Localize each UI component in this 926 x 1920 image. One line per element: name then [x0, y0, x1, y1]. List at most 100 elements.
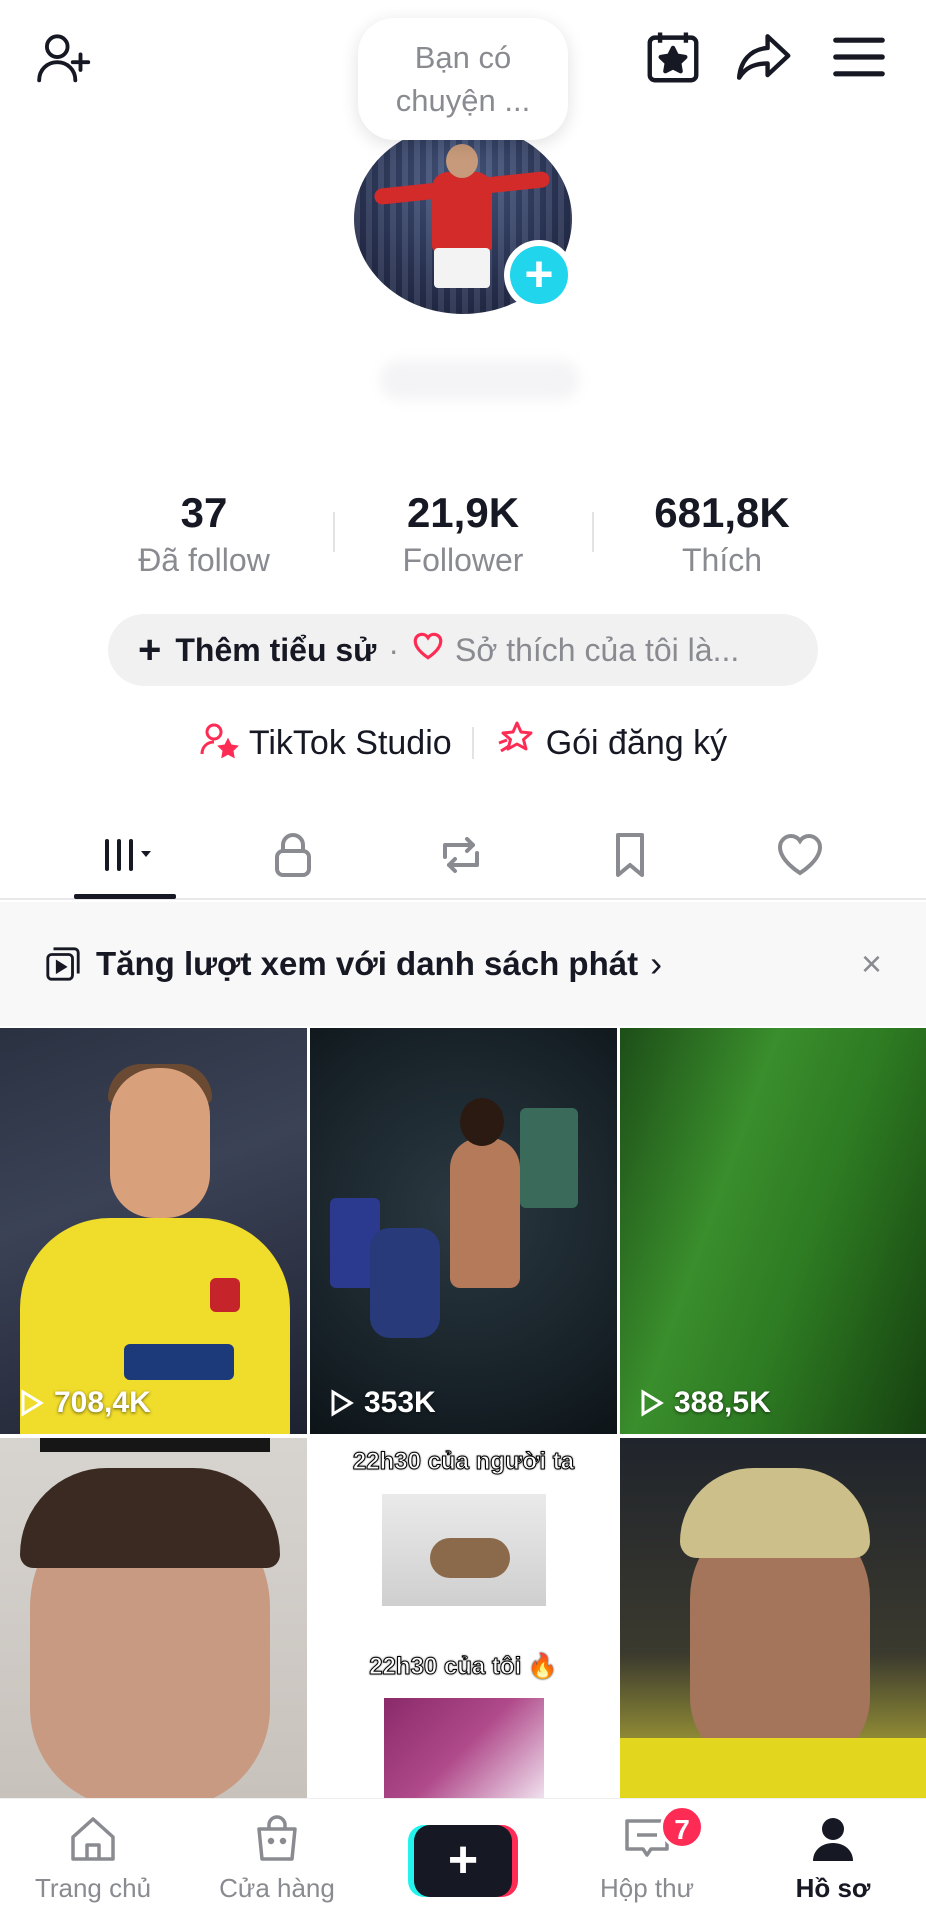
shopping-bag-icon	[257, 1815, 297, 1861]
stat-label: Đã follow	[138, 542, 270, 578]
stat-value: 681,8K	[654, 489, 790, 536]
create-button[interactable]: +	[408, 1825, 518, 1897]
play-icon	[641, 1389, 664, 1417]
video-thumbnail[interactable]: 22h30 của người ta 22h30 của tôi 🔥	[310, 1438, 617, 1798]
active-tab-indicator	[74, 894, 176, 899]
thumb-figure	[520, 1108, 578, 1208]
tab-videos[interactable]	[40, 810, 210, 900]
stats-row: 37 Đã follow 21,9K Follower 681,8K Thích	[0, 490, 926, 580]
menu-icon[interactable]	[824, 22, 894, 92]
separator-dot: ·	[388, 631, 399, 668]
note-bubble[interactable]: Bạn có chuyện ...	[358, 18, 568, 140]
video-thumbnail[interactable]	[620, 1438, 926, 1798]
hobby-placeholder: Sở thích của tôi là...	[455, 631, 740, 668]
meme-caption: 22h30 của người ta	[352, 1448, 575, 1476]
plus-icon: +	[414, 1825, 512, 1897]
thumb-figure	[620, 1738, 926, 1798]
thumb-figure	[450, 1138, 520, 1288]
star-ribbon-icon	[494, 719, 536, 768]
thumb-figure	[460, 1098, 504, 1146]
plus-icon: +	[138, 627, 162, 672]
stats-divider	[592, 512, 594, 552]
thumb-figure	[110, 1068, 210, 1218]
tiktok-studio-link[interactable]: TikTok Studio	[199, 719, 452, 768]
avatar-figure-head	[446, 144, 478, 178]
heart-icon	[411, 629, 445, 672]
content-tabs	[0, 810, 926, 900]
playlist-icon	[46, 947, 80, 981]
thumb-figure	[124, 1344, 234, 1380]
stat-following[interactable]: 37 Đã follow	[74, 490, 334, 582]
add-bio-button[interactable]: + Thêm tiểu sử · Sở thích của tôi là...	[108, 614, 818, 686]
tab-favorites[interactable]	[545, 810, 715, 900]
view-count: 708,4K	[16, 1386, 151, 1420]
banner-text: Tăng lượt xem với danh sách phát	[96, 945, 639, 982]
bottom-navigation: Trang chủ Cửa hàng + Hộp thư 7 Hồ sơ	[0, 1798, 926, 1920]
thumb-figure	[384, 1698, 544, 1798]
note-bubble-text: Bạn có chuyện ...	[395, 40, 531, 118]
video-thumbnail[interactable]: 388,5K	[620, 1028, 926, 1434]
view-count-text: 353K	[364, 1386, 436, 1419]
calendar-star-icon[interactable]	[638, 22, 708, 92]
stat-likes[interactable]: 681,8K Thích	[592, 490, 852, 582]
video-thumbnail[interactable]	[0, 1438, 307, 1798]
stat-label: Follower	[402, 542, 524, 578]
lock-icon	[275, 833, 311, 877]
nav-home-label: Trang chủ	[34, 1873, 152, 1903]
chevron-right-icon: ›	[650, 943, 663, 984]
play-icon	[21, 1389, 44, 1417]
thumb-figure	[430, 1538, 510, 1578]
heart-outline-icon	[777, 833, 823, 876]
nav-shop-label: Cửa hàng	[219, 1873, 335, 1903]
view-count-text: 388,5K	[674, 1386, 771, 1419]
nav-home[interactable]: Trang chủ	[8, 1811, 178, 1911]
inbox-badge: 7	[660, 1805, 704, 1849]
person-star-icon	[199, 719, 239, 768]
stat-value: 21,9K	[406, 489, 520, 536]
stat-label: Thích	[681, 542, 763, 578]
nav-inbox[interactable]: Hộp thư	[562, 1811, 732, 1911]
video-grid: 708,4K 353K 388,5K 22h30 của người ta 22…	[0, 1028, 926, 1798]
avatar-add-button[interactable]: +	[504, 240, 574, 310]
avatar-figure-shorts	[434, 248, 490, 288]
repost-icon	[443, 837, 479, 873]
tab-liked[interactable]	[715, 810, 885, 900]
profile-icon	[813, 1818, 853, 1861]
tab-private[interactable]	[208, 810, 378, 900]
subscription-link[interactable]: Gói đăng ký	[494, 719, 727, 768]
nav-inbox-label: Hộp thư	[599, 1873, 694, 1903]
thumb-figure	[20, 1468, 280, 1568]
thumb-figure	[370, 1228, 440, 1338]
stat-value: 37	[180, 489, 228, 536]
play-icon	[331, 1389, 354, 1417]
stats-divider	[333, 512, 335, 552]
video-thumbnail[interactable]: 708,4K	[0, 1028, 307, 1434]
bookmark-icon	[616, 833, 644, 877]
share-icon[interactable]	[730, 22, 800, 92]
grid-dropdown-icon	[105, 839, 151, 871]
nav-shop[interactable]: Cửa hàng	[192, 1811, 362, 1911]
meme-caption: 22h30 của tôi 🔥	[369, 1653, 559, 1681]
blurred-username	[380, 360, 580, 400]
creator-tools-row: TikTok Studio Gói đăng ký	[0, 718, 926, 768]
close-icon[interactable]: ×	[861, 943, 882, 985]
playlist-promo-banner[interactable]: Tăng lượt xem với danh sách phát › ×	[0, 902, 926, 1026]
tiktok-studio-label: TikTok Studio	[248, 723, 452, 762]
thumb-figure	[680, 1468, 870, 1558]
tab-reposts[interactable]	[376, 810, 546, 900]
nav-profile-label: Hồ sơ	[795, 1873, 871, 1903]
add-friend-icon[interactable]	[30, 22, 100, 92]
view-count-text: 708,4K	[54, 1386, 151, 1419]
thumb-figure	[210, 1278, 240, 1312]
stat-followers[interactable]: 21,9K Follower	[333, 490, 593, 582]
plus-icon: +	[510, 246, 568, 304]
video-thumbnail[interactable]: 353K	[310, 1028, 617, 1434]
view-count: 388,5K	[636, 1386, 771, 1420]
nav-profile[interactable]: Hồ sơ	[748, 1811, 918, 1911]
subscription-label: Gói đăng ký	[545, 723, 728, 762]
view-count: 353K	[326, 1386, 436, 1420]
thumb-figure	[40, 1438, 270, 1452]
home-icon	[71, 1817, 115, 1861]
add-bio-label: Thêm tiểu sử	[175, 631, 377, 668]
studio-divider	[471, 727, 474, 759]
